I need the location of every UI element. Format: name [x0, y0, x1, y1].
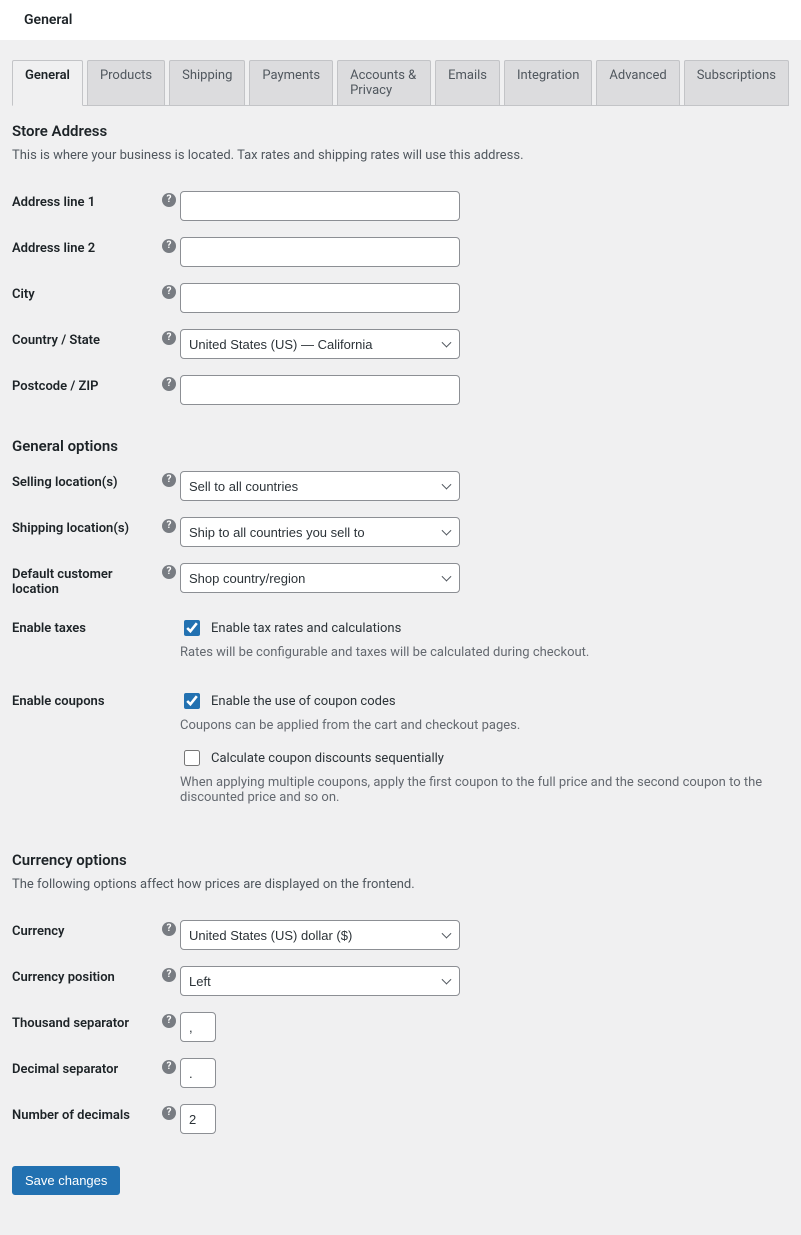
currency-select[interactable]: United States (US) dollar ($) [180, 920, 460, 950]
settings-tabs: General Products Shipping Payments Accou… [12, 60, 789, 105]
enable-taxes-label: Enable taxes [12, 609, 162, 682]
enable-coupons-label: Enable coupons [12, 682, 162, 827]
default-location-label: Default customer location [12, 555, 162, 609]
shipping-location-label: Shipping location(s) [12, 509, 162, 555]
tab-general[interactable]: General [12, 60, 83, 106]
save-changes-button[interactable]: Save changes [12, 1166, 120, 1195]
postcode-label: Postcode / ZIP [12, 367, 162, 413]
selling-location-label: Selling location(s) [12, 463, 162, 509]
city-label: City [12, 275, 162, 321]
sequential-coupons-checkbox[interactable] [184, 750, 200, 766]
enable-coupons-checkbox-label: Enable the use of coupon codes [211, 694, 396, 709]
currency-options-title: Currency options [12, 851, 789, 869]
tab-integration[interactable]: Integration [504, 60, 592, 105]
address1-input[interactable] [180, 191, 460, 221]
currency-options-desc: The following options affect how prices … [12, 877, 789, 892]
country-label: Country / State [12, 321, 162, 367]
general-options-table: Selling location(s) ? Sell to all countr… [12, 463, 789, 827]
sequential-coupons-note: When applying multiple coupons, apply th… [180, 775, 789, 805]
help-icon[interactable]: ? [162, 565, 176, 579]
decimal-separator-input[interactable] [180, 1058, 216, 1088]
store-address-table: Address line 1 ? Address line 2 ? City ?… [12, 183, 789, 413]
page-title: General [24, 12, 72, 28]
city-input[interactable] [180, 283, 460, 313]
help-icon[interactable]: ? [162, 239, 176, 253]
tab-shipping[interactable]: Shipping [169, 60, 245, 105]
help-icon[interactable]: ? [162, 331, 176, 345]
sequential-coupons-checkbox-label: Calculate coupon discounts sequentially [211, 751, 444, 766]
page-header: General [0, 0, 801, 40]
tab-emails[interactable]: Emails [435, 60, 500, 105]
help-icon[interactable]: ? [162, 193, 176, 207]
selling-location-select[interactable]: Sell to all countries [180, 471, 460, 501]
currency-position-label: Currency position [12, 958, 162, 1004]
number-decimals-input[interactable] [180, 1104, 216, 1134]
store-address-desc: This is where your business is located. … [12, 148, 789, 163]
enable-coupons-checkbox[interactable] [184, 693, 200, 709]
enable-taxes-note: Rates will be configurable and taxes wil… [180, 645, 789, 660]
tab-products[interactable]: Products [87, 60, 165, 105]
help-icon[interactable]: ? [162, 1106, 176, 1120]
postcode-input[interactable] [180, 375, 460, 405]
enable-taxes-checkbox-label: Enable tax rates and calculations [211, 621, 401, 636]
address2-input[interactable] [180, 237, 460, 267]
address1-label: Address line 1 [12, 183, 162, 229]
help-icon[interactable]: ? [162, 285, 176, 299]
help-icon[interactable]: ? [162, 519, 176, 533]
help-icon[interactable]: ? [162, 1014, 176, 1028]
tab-advanced[interactable]: Advanced [596, 60, 679, 105]
help-icon[interactable]: ? [162, 1060, 176, 1074]
address2-label: Address line 2 [12, 229, 162, 275]
help-icon[interactable]: ? [162, 473, 176, 487]
tab-accounts-privacy[interactable]: Accounts & Privacy [337, 60, 431, 105]
number-decimals-label: Number of decimals [12, 1096, 162, 1142]
shipping-location-select[interactable]: Ship to all countries you sell to [180, 517, 460, 547]
help-icon[interactable]: ? [162, 968, 176, 982]
decimal-separator-label: Decimal separator [12, 1050, 162, 1096]
help-icon[interactable]: ? [162, 922, 176, 936]
enable-taxes-checkbox[interactable] [184, 620, 200, 636]
general-options-title: General options [12, 437, 789, 455]
thousand-separator-label: Thousand separator [12, 1004, 162, 1050]
thousand-separator-input[interactable] [180, 1012, 216, 1042]
store-address-title: Store Address [12, 122, 789, 140]
default-location-select[interactable]: Shop country/region [180, 563, 460, 593]
tab-payments[interactable]: Payments [249, 60, 333, 105]
enable-coupons-note: Coupons can be applied from the cart and… [180, 718, 789, 733]
help-icon[interactable]: ? [162, 377, 176, 391]
tab-panel-general: Store Address This is where your busines… [12, 105, 789, 1195]
currency-options-table: Currency ? United States (US) dollar ($)… [12, 912, 789, 1142]
settings-content: General Products Shipping Payments Accou… [0, 40, 801, 1235]
currency-position-select[interactable]: Left [180, 966, 460, 996]
currency-label: Currency [12, 912, 162, 958]
country-select[interactable]: United States (US) — California [180, 329, 460, 359]
tab-subscriptions[interactable]: Subscriptions [684, 60, 789, 105]
